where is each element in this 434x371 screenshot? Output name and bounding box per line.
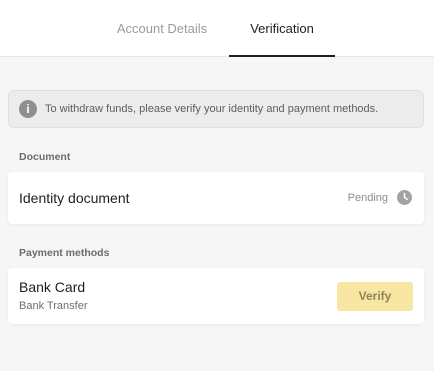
clock-icon: [397, 190, 412, 205]
identity-document-title: Identity document: [19, 190, 130, 206]
payment-methods-section-label: Payment methods: [19, 247, 110, 259]
verify-button[interactable]: Verify: [337, 282, 413, 311]
verification-info-banner: i To withdraw funds, please verify your …: [8, 90, 424, 128]
info-icon: i: [19, 100, 37, 118]
document-section-label: Document: [19, 151, 71, 163]
top-tab-bar: Account Details Verification: [0, 0, 434, 57]
tab-verification[interactable]: Verification: [229, 0, 335, 57]
pending-status-text: Pending: [347, 192, 388, 204]
bank-card-item: Bank Card Bank Transfer Verify: [8, 268, 424, 324]
bank-transfer-subtitle: Bank Transfer: [19, 300, 88, 312]
identity-document-card[interactable]: Identity document Pending: [8, 172, 424, 224]
tab-account-details[interactable]: Account Details: [110, 0, 214, 57]
banner-text: To withdraw funds, please verify your id…: [45, 103, 379, 115]
active-tab-underline: [229, 55, 335, 57]
bank-card-title: Bank Card: [19, 279, 86, 295]
